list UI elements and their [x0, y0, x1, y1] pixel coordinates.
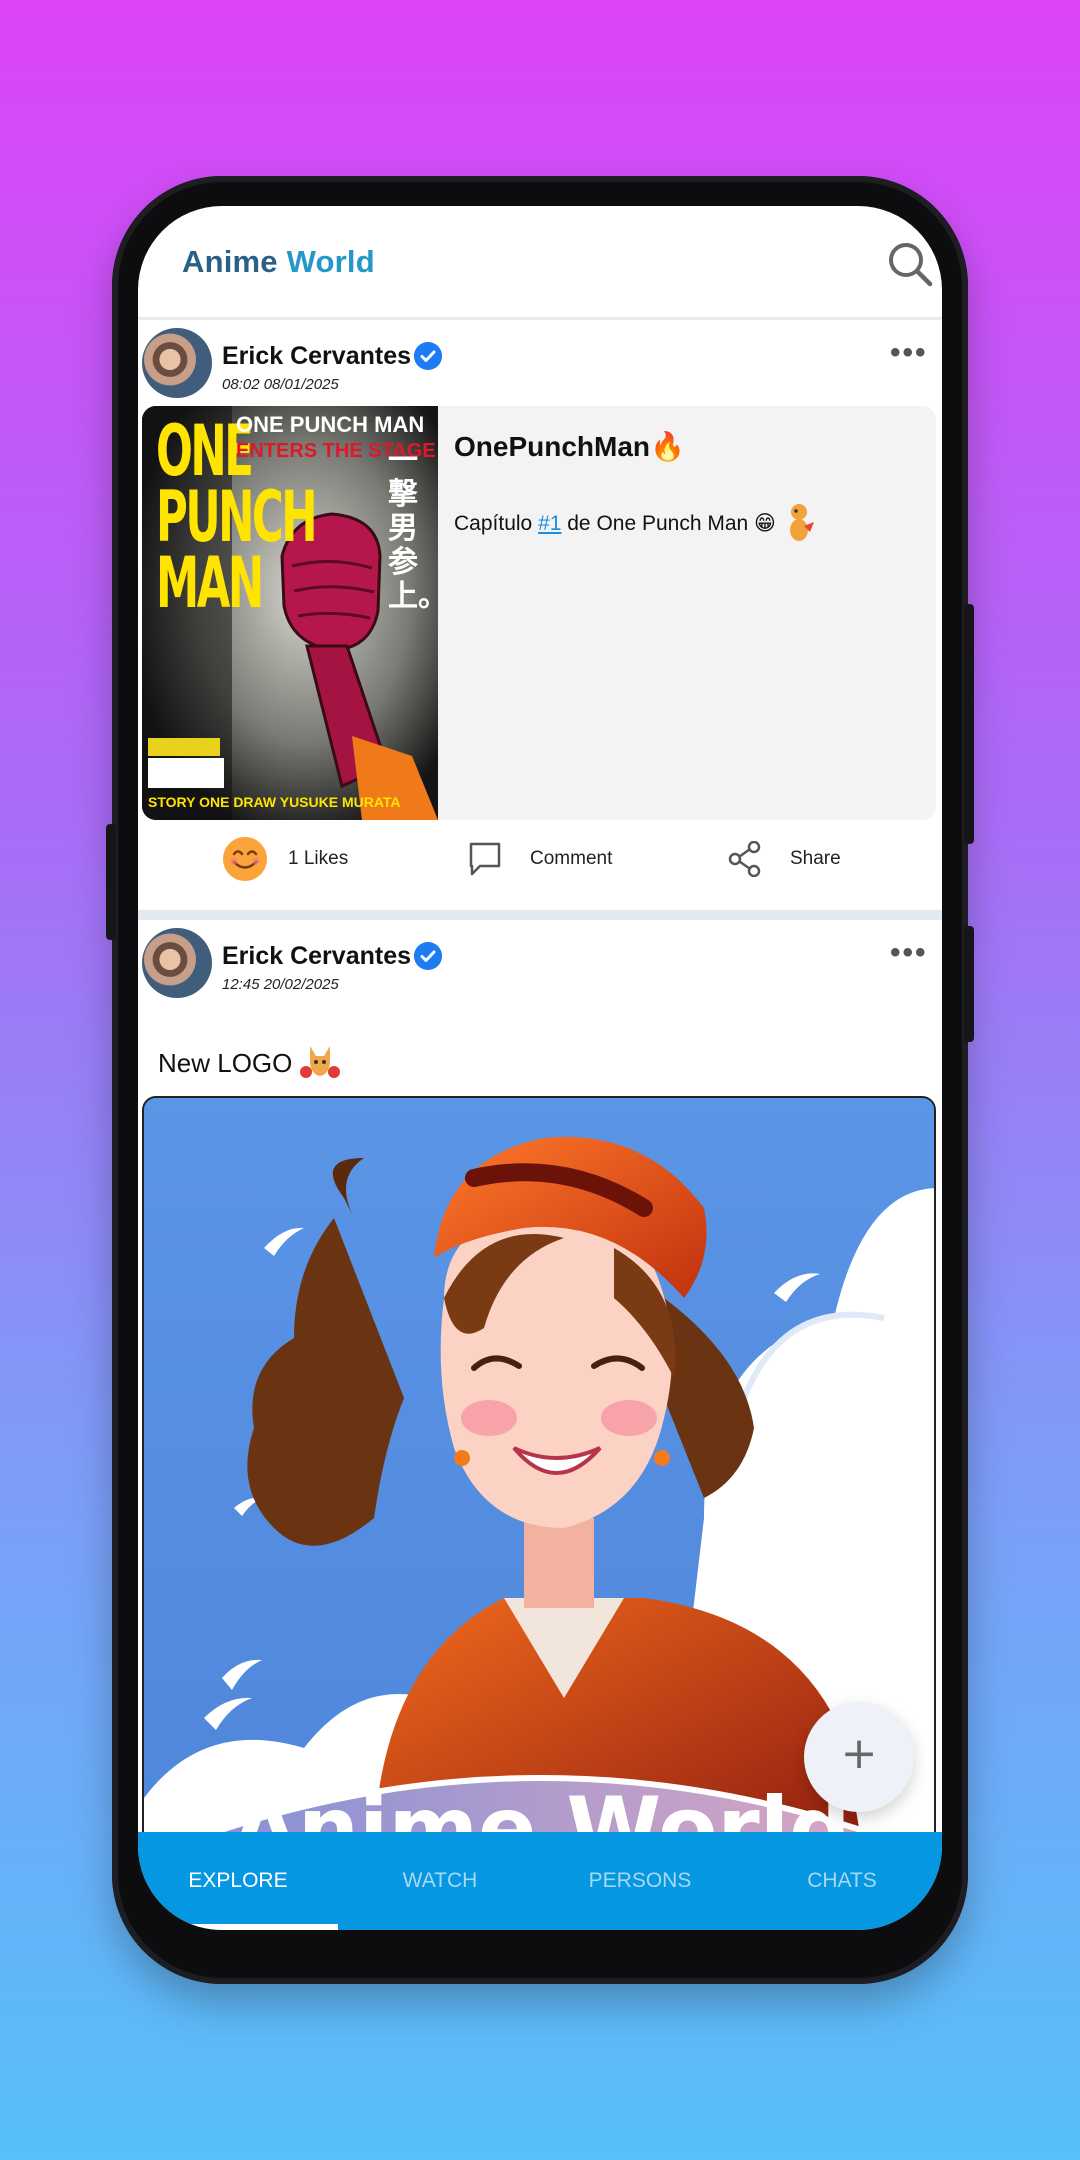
- phone-side-button: [106, 824, 116, 940]
- comment-label: Comment: [530, 848, 613, 869]
- share-label: Share: [790, 848, 841, 869]
- media-card[interactable]: ONE PUNCH MAN ONE PUNCH MAN ENTERS THE S…: [142, 406, 936, 820]
- app-logo-text: Anime World: [182, 244, 375, 280]
- verified-check-icon: [414, 942, 442, 970]
- tab-persons[interactable]: PERSONS: [540, 1832, 740, 1930]
- avatar[interactable]: [142, 928, 212, 998]
- more-horizontal-icon[interactable]: •••: [890, 338, 928, 368]
- hashtag-link[interactable]: #1: [538, 512, 561, 535]
- post-author[interactable]: Erick Cervantes: [222, 942, 411, 971]
- app-screen: Anime World Erick Cervantes 08:02 08/01/…: [138, 206, 942, 1930]
- post-author[interactable]: Erick Cervantes: [222, 342, 411, 371]
- more-horizontal-icon[interactable]: •••: [890, 938, 928, 968]
- post-timestamp: 08:02 08/01/2025: [222, 376, 339, 393]
- cover-credits: STORY ONE DRAW YUSUKE MURATA: [148, 794, 401, 810]
- post-text: New LOGO: [158, 1040, 340, 1084]
- dragon-sticker-icon: [789, 504, 814, 541]
- fox-boxer-sticker-icon: [299, 1046, 340, 1078]
- post-divider: [138, 910, 942, 920]
- post-actions: 1 Likes Comment Share: [138, 824, 942, 894]
- phone-power-button: [964, 604, 974, 844]
- plus-icon: +: [840, 1728, 878, 1779]
- share-button[interactable]: Share: [728, 824, 841, 894]
- search-icon[interactable]: [886, 240, 934, 288]
- bottom-nav: EXPLORE WATCH PERSONS CHATS: [138, 1832, 942, 1930]
- tab-watch[interactable]: WATCH: [340, 1832, 540, 1930]
- comment-button[interactable]: Comment: [468, 824, 612, 894]
- card-text-suffix: de One Punch Man 😁: [561, 512, 776, 535]
- cover-title: ONE PUNCH MAN: [156, 410, 318, 624]
- cover-kanji: 一撃男参上。: [388, 444, 438, 613]
- cover-tagline: ONE PUNCH MAN: [236, 412, 425, 437]
- card-text-prefix: Capítulo: [454, 512, 539, 535]
- active-tab-indicator: [138, 1924, 338, 1930]
- phone-volume-button: [964, 926, 974, 1042]
- brand-word-1: Anime: [182, 244, 278, 279]
- post-caption: New LOGO: [158, 1048, 293, 1078]
- like-button[interactable]: 1 Likes: [222, 824, 348, 894]
- likes-count: 1 Likes: [288, 848, 349, 869]
- brand-word-2: World: [286, 244, 375, 279]
- card-title: OnePunchMan🔥: [454, 431, 685, 462]
- card-description: Capítulo #1 de One Punch Man 😁: [454, 500, 816, 544]
- avatar[interactable]: [142, 328, 212, 398]
- add-post-button[interactable]: +: [804, 1702, 914, 1812]
- post-timestamp: 12:45 20/02/2025: [222, 976, 339, 993]
- tab-chats[interactable]: CHATS: [742, 1832, 942, 1930]
- app-header: Anime World: [138, 206, 942, 320]
- verified-check-icon: [414, 342, 442, 370]
- tab-explore[interactable]: EXPLORE: [138, 1832, 338, 1930]
- manga-cover-image: ONE PUNCH MAN ONE PUNCH MAN ENTERS THE S…: [142, 406, 438, 820]
- smiley-face-icon: [223, 837, 267, 881]
- comment-bubble-icon: [469, 842, 501, 876]
- share-nodes-icon: [728, 841, 761, 877]
